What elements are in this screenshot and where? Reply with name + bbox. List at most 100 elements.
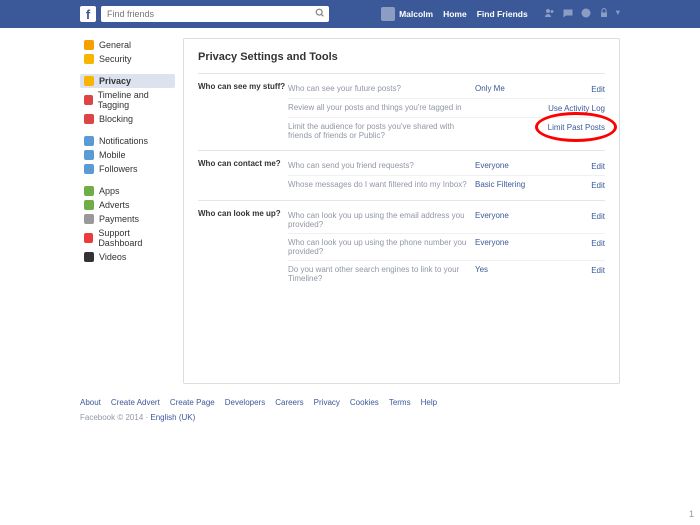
sidebar-item-followers[interactable]: Followers <box>80 162 175 176</box>
fb-logo[interactable]: f <box>80 6 96 22</box>
sidebar-item-label: Privacy <box>99 76 131 86</box>
row-action-link[interactable]: Edit <box>591 239 605 248</box>
lock-icon[interactable] <box>598 7 610 21</box>
security-icon <box>84 54 94 64</box>
timeline-icon <box>84 95 93 105</box>
footer-link[interactable]: Create Advert <box>111 398 160 407</box>
sidebar-item-label: Security <box>99 54 132 64</box>
support-icon <box>84 233 93 243</box>
avatar <box>381 7 395 21</box>
blocking-icon <box>84 114 94 124</box>
setting-row: Whose messages do I want filtered into m… <box>288 175 605 194</box>
nav-find-friends[interactable]: Find Friends <box>477 9 528 19</box>
privacy-icon <box>84 76 94 86</box>
sidebar-item-label: Support Dashboard <box>98 228 171 248</box>
row-action-link[interactable]: Edit <box>591 266 605 275</box>
footer: About Create Advert Create Page Developers C… <box>80 392 620 428</box>
section-label: Who can look me up? <box>198 207 288 287</box>
search-icon[interactable] <box>315 8 325 20</box>
setting-row: Who can look you up using the email addr… <box>288 207 605 233</box>
messages-icon[interactable] <box>562 7 574 21</box>
section-label: Who can contact me? <box>198 157 288 194</box>
row-question: Whose messages do I want filtered into m… <box>288 180 475 189</box>
section: Who can look me up?Who can look you up u… <box>198 200 605 293</box>
sidebar-item-label: Videos <box>99 252 126 262</box>
footer-link[interactable]: Create Page <box>170 398 215 407</box>
row-question: Do you want other search engines to link… <box>288 265 475 283</box>
row-question: Who can look you up using the phone numb… <box>288 238 475 256</box>
page-indicator: 1 <box>689 509 694 519</box>
payments-icon <box>84 214 94 224</box>
sidebar-item-blocking[interactable]: Blocking <box>80 112 175 126</box>
footer-link[interactable]: Help <box>421 398 437 407</box>
row-question: Who can send you friend requests? <box>288 161 475 170</box>
setting-row: Do you want other search engines to link… <box>288 260 605 287</box>
general-icon <box>84 40 94 50</box>
setting-row: Who can look you up using the phone numb… <box>288 233 605 260</box>
sidebar-item-privacy[interactable]: Privacy <box>80 74 175 88</box>
page-title: Privacy Settings and Tools <box>198 51 605 63</box>
row-action-link[interactable]: Edit <box>591 212 605 221</box>
search-box[interactable] <box>101 6 329 22</box>
followers-icon <box>84 164 94 174</box>
sidebar-item-label: Adverts <box>99 200 130 210</box>
videos-icon <box>84 252 94 262</box>
topbar: f Malcolm Home Find Friends ▾ <box>0 0 700 28</box>
sidebar-item-label: Apps <box>99 186 120 196</box>
sidebar-item-label: Notifications <box>99 136 148 146</box>
copyright: Facebook © 2014 · <box>80 413 148 422</box>
notifications-icon <box>84 136 94 146</box>
row-value: Everyone <box>475 211 545 220</box>
sidebar-item-mobile[interactable]: Mobile <box>80 148 175 162</box>
footer-link[interactable]: Cookies <box>350 398 379 407</box>
sidebar-item-apps[interactable]: Apps <box>80 184 175 198</box>
main-panel: Privacy Settings and Tools Who can see m… <box>183 38 620 384</box>
row-value: Everyone <box>475 238 545 247</box>
globe-icon[interactable] <box>580 7 592 21</box>
row-value: Basic Filtering <box>475 180 545 189</box>
sidebar-item-label: Blocking <box>99 114 133 124</box>
row-action-link[interactable]: Edit <box>591 181 605 190</box>
sidebar-item-adverts[interactable]: Adverts <box>80 198 175 212</box>
setting-row: Who can send you friend requests?Everyon… <box>288 157 605 175</box>
sidebar-item-support[interactable]: Support Dashboard <box>80 226 175 250</box>
row-question: Review all your posts and things you're … <box>288 103 475 112</box>
row-question: Who can see your future posts? <box>288 84 475 93</box>
sidebar-item-notifications[interactable]: Notifications <box>80 134 175 148</box>
sidebar-item-payments[interactable]: Payments <box>80 212 175 226</box>
sidebar-item-security[interactable]: Security <box>80 52 175 66</box>
nav-home[interactable]: Home <box>443 9 467 19</box>
row-action-link[interactable]: Edit <box>591 85 605 94</box>
row-question: Who can look you up using the email addr… <box>288 211 475 229</box>
sidebar-item-timeline[interactable]: Timeline and Tagging <box>80 88 175 112</box>
section: Who can contact me?Who can send you frie… <box>198 150 605 200</box>
sidebar-item-general[interactable]: General <box>80 38 175 52</box>
sidebar-item-videos[interactable]: Videos <box>80 250 175 264</box>
setting-row: Limit the audience for posts you've shar… <box>288 117 605 144</box>
setting-row: Review all your posts and things you're … <box>288 98 605 117</box>
row-question: Limit the audience for posts you've shar… <box>288 122 475 140</box>
sidebar-item-label: Payments <box>99 214 139 224</box>
footer-link[interactable]: Careers <box>275 398 303 407</box>
search-input[interactable] <box>105 8 315 20</box>
sidebar-item-label: Mobile <box>99 150 126 160</box>
nav-user[interactable]: Malcolm <box>381 7 433 21</box>
friends-icon[interactable] <box>544 7 556 21</box>
chevron-down-icon[interactable]: ▾ <box>616 7 620 21</box>
row-action-link[interactable]: Limit Past Posts <box>548 123 605 132</box>
row-value: Everyone <box>475 161 545 170</box>
section-label: Who can see my stuff? <box>198 80 288 144</box>
sidebar-item-label: Timeline and Tagging <box>98 90 171 110</box>
row-value: Only Me <box>475 84 545 93</box>
lang-link[interactable]: English (UK) <box>150 413 195 422</box>
setting-row: Who can see your future posts?Only Me Edi… <box>288 80 605 98</box>
footer-link[interactable]: About <box>80 398 101 407</box>
footer-link[interactable]: Developers <box>225 398 265 407</box>
user-name: Malcolm <box>399 9 433 19</box>
row-value: Yes <box>475 265 545 274</box>
row-action-link[interactable]: Edit <box>591 162 605 171</box>
footer-link[interactable]: Terms <box>389 398 411 407</box>
row-action-link[interactable]: Use Activity Log <box>548 104 605 113</box>
sidebar-item-label: General <box>99 40 131 50</box>
footer-link[interactable]: Privacy <box>314 398 340 407</box>
